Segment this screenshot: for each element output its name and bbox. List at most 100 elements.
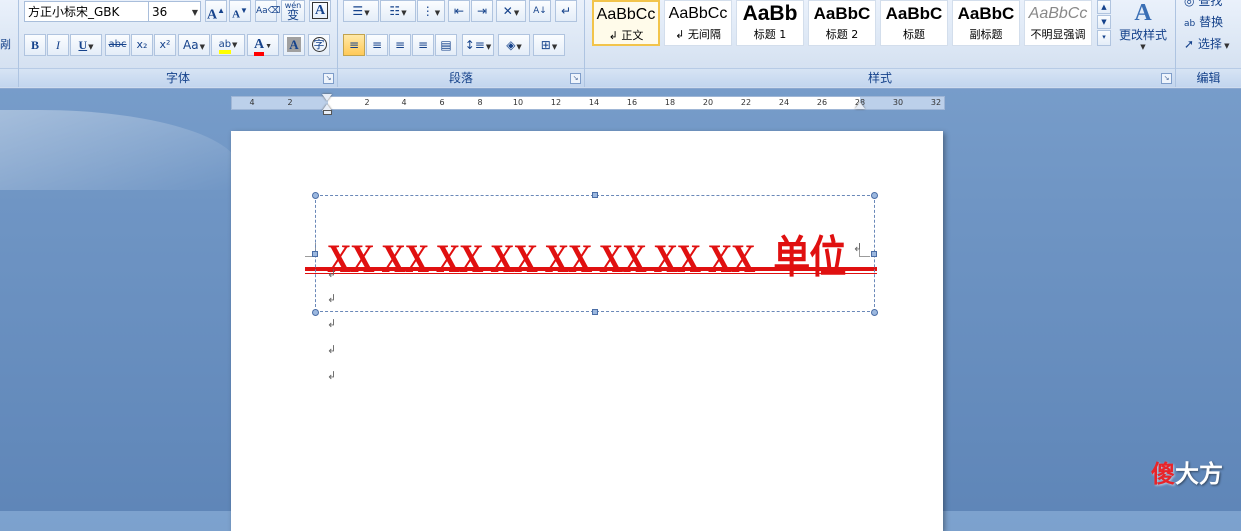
decrease-indent-button[interactable]: ⇤ [448,0,470,22]
resize-handle-bottom-left[interactable] [312,309,319,316]
resize-handle-bottom-right[interactable] [871,309,878,316]
style-normal[interactable]: AaBbCc ↲ 正文 [592,0,660,46]
underline-button[interactable]: U▼ [70,34,102,56]
eraser-icon: Aa⌫ [256,6,281,16]
styles-group: AaBbCc ↲ 正文 AaBbCc ↲ 无间隔 AaBb 标题 1 AaBbC… [585,0,1176,87]
highlight-button[interactable]: ab▼ [211,34,245,56]
document-page[interactable]: XX XX XX XX XX XX XX XX 单位 ↲ ↲ ↲ ↲ ↲ ↲ [231,131,943,531]
format-painter-label[interactable]: 剐 [0,36,11,52]
distributed-button[interactable]: ▤ [435,34,457,56]
styles-dialog-launcher-icon[interactable]: ↘ [1161,73,1172,84]
chevron-down-icon[interactable]: ▼ [486,43,491,51]
resize-handle-right[interactable] [871,251,877,257]
chevron-down-icon[interactable]: ▼ [552,43,557,51]
font-size-box[interactable]: 36 ▼ [148,1,201,22]
sort-button[interactable]: A↓ [529,0,551,22]
chevron-down-icon: ▼ [1140,43,1146,51]
shrink-font-button[interactable]: A▼ [229,0,251,22]
borders-button[interactable]: ⊞▼ [533,34,565,56]
align-center-icon: ≡ [371,38,383,52]
editing-group: ◎ 查找 ab 替换 ➚ 选择 ▼ 编辑 [1176,0,1241,87]
chevron-down-icon[interactable]: ▼ [88,43,93,51]
subscript-button[interactable]: x₂ [131,34,153,56]
grow-font-button[interactable]: A▲ [205,0,227,23]
resize-handle-left[interactable] [312,251,318,257]
horizontal-ruler[interactable]: 4 2 2 4 6 8 10 12 14 16 18 20 22 24 26 2… [231,96,945,110]
character-shading-button[interactable]: A [283,34,305,56]
ruler-number: 2 [287,98,293,107]
align-right-button[interactable]: ≡ [389,34,411,56]
chevron-down-icon[interactable]: ▼ [232,41,237,49]
chevron-down-icon[interactable]: ▼ [401,9,406,17]
ruler-number: 4 [401,98,407,107]
chevron-down-icon[interactable]: ▼ [192,2,198,23]
chevron-down-icon[interactable]: ▼ [516,43,521,51]
chevron-down-icon[interactable]: ▼ [514,9,519,17]
select-button[interactable]: ➚ 选择 ▼ [1184,35,1230,52]
resize-handle-top-left[interactable] [312,192,319,199]
style-subtle-emphasis[interactable]: AaBbCc 不明显强调 [1024,0,1092,46]
paragraph-group: ☰▼ ☷▼ ⋮▼ ⇤ ⇥ ✕▼ A↓ ↵ ≡ ≡ ≡ ≡ ▤ ↕≡▼ ◈▼ ⊞▼… [338,0,585,87]
chinese-layout-button[interactable]: ✕▼ [496,0,526,22]
justify-button[interactable]: ≡ [412,34,434,56]
chevron-down-icon[interactable]: ▼ [435,9,440,17]
gallery-up-icon[interactable]: ▲ [1097,0,1111,14]
italic-button[interactable]: I [47,34,69,56]
strikethrough-button[interactable]: abc [105,34,130,56]
numbering-button[interactable]: ☷▼ [380,0,416,22]
style-no-spacing[interactable]: AaBbCc ↲ 无间隔 [664,0,732,46]
align-left-button[interactable]: ≡ [343,34,365,56]
first-line-indent-marker[interactable] [322,94,332,101]
phonetic-guide-button[interactable]: wén 变 [281,0,305,22]
clear-format-button[interactable]: Aa⌫ [255,0,281,22]
change-styles-icon: A [1134,0,1152,26]
paragraph-mark: ↲ [327,343,337,356]
style-subtitle[interactable]: AaBbC 副标题 [952,0,1020,46]
font-color-button[interactable]: A▼ [247,34,279,56]
outdent-icon: ⇤ [453,4,465,18]
show-marks-button[interactable]: ↵ [555,0,577,22]
pilcrow-icon: ↵ [560,4,572,18]
selected-textbox[interactable] [315,195,875,312]
gallery-down-icon[interactable]: ▼ [1097,15,1111,29]
align-left-icon: ≡ [348,38,360,52]
font-name-box[interactable]: 方正小标宋_GBK ▼ [24,1,166,22]
shading-button[interactable]: ◈▼ [498,34,530,56]
paragraph-dialog-launcher-icon[interactable]: ↘ [570,73,581,84]
replace-button[interactable]: ab 替换 [1184,13,1223,30]
resize-handle-bottom[interactable] [592,309,598,315]
bullets-button[interactable]: ☰▼ [343,0,379,22]
numbered-list-icon: ☷ [389,4,401,18]
bold-button[interactable]: B [24,34,46,56]
ribbon: 剐 方正小标宋_GBK ▼ 36 ▼ A▲ A▼ Aa⌫ wén 变 A B I [0,0,1241,89]
gallery-more-icon[interactable]: ▾ [1097,30,1111,46]
superscript-button[interactable]: x² [154,34,176,56]
left-indent-marker[interactable] [323,110,332,115]
change-case-button[interactable]: Aa▼ [178,34,210,56]
chevron-down-icon[interactable]: ▼ [200,43,205,51]
find-button[interactable]: ◎ 查找 [1184,0,1222,9]
character-border-button[interactable]: A [309,0,331,22]
chevron-down-icon[interactable]: ▼ [265,42,272,50]
indent-icon: ⇥ [476,4,488,18]
sort-icon: A↓ [533,6,547,16]
style-heading-2[interactable]: AaBbC 标题 2 [808,0,876,46]
ruler-number: 22 [740,98,752,107]
style-title[interactable]: AaBbC 标题 [880,0,948,46]
gallery-scroll: ▲ ▼ ▾ [1097,0,1111,48]
increase-indent-button[interactable]: ⇥ [471,0,493,22]
line-spacing-button[interactable]: ↕≡▼ [462,34,494,56]
align-center-button[interactable]: ≡ [366,34,388,56]
style-heading-1[interactable]: AaBb 标题 1 [736,0,804,46]
multilevel-list-button[interactable]: ⋮▼ [417,0,445,22]
right-indent-marker[interactable] [855,102,865,109]
line-spacing-icon: ↕≡ [464,38,485,52]
change-styles-button[interactable]: A 更改样式 ▼ [1115,0,1171,66]
resize-handle-top-right[interactable] [871,192,878,199]
ruler-number: 10 [512,98,524,107]
resize-handle-top[interactable] [592,192,598,198]
chevron-down-icon[interactable]: ▼ [364,9,369,17]
bullet-list-icon: ☰ [352,4,364,18]
font-dialog-launcher-icon[interactable]: ↘ [323,73,334,84]
enclose-characters-button[interactable]: 字 [308,34,330,56]
